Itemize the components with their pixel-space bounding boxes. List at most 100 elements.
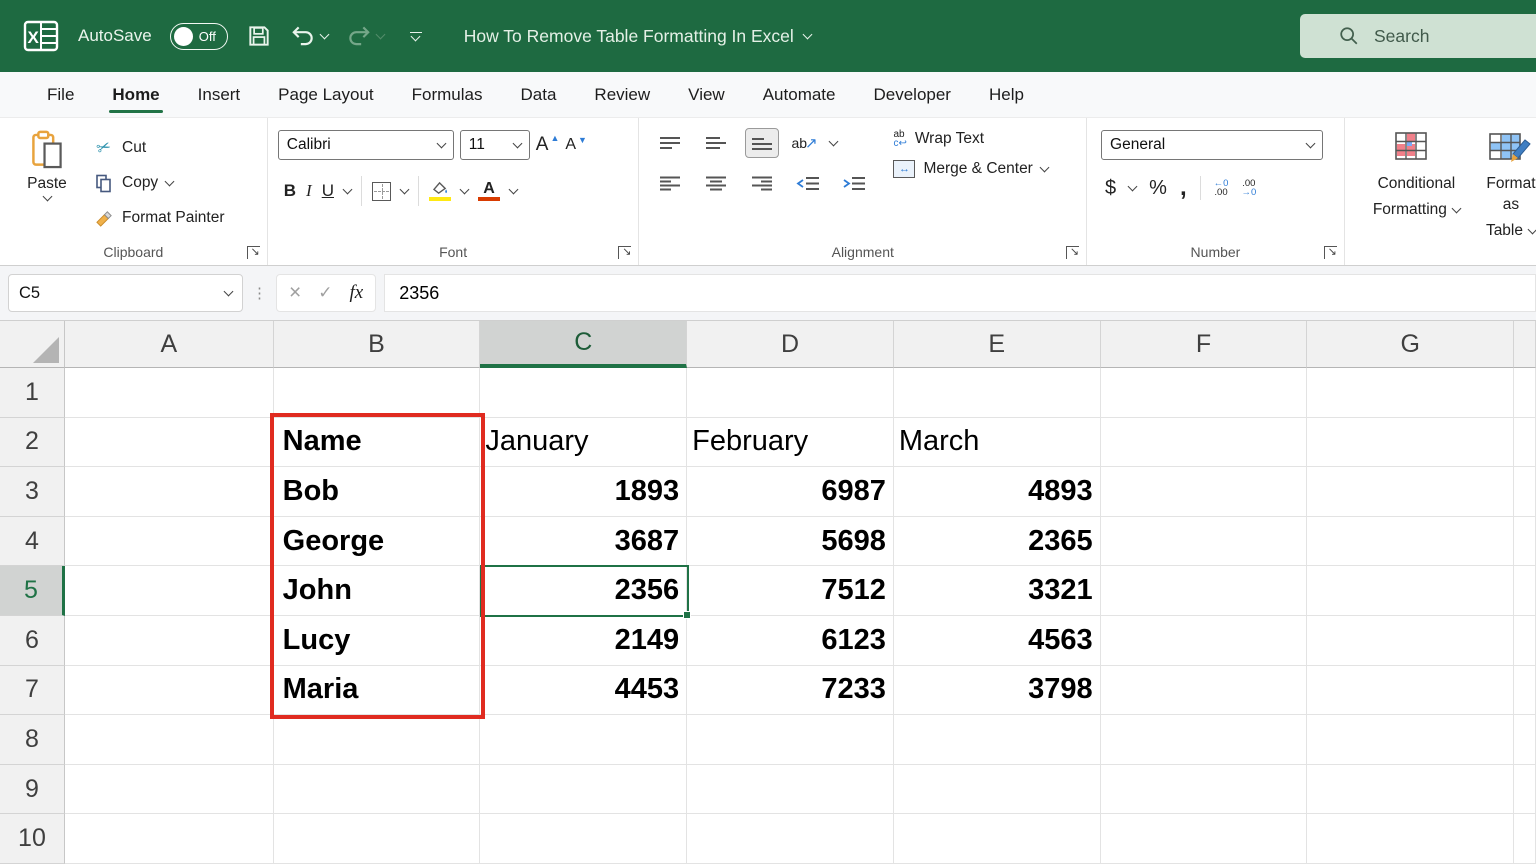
cell-D8[interactable] bbox=[687, 715, 894, 765]
row-header-2[interactable]: 2 bbox=[0, 417, 65, 468]
tab-help[interactable]: Help bbox=[970, 72, 1043, 117]
format-painter-button[interactable]: Format Painter bbox=[94, 204, 225, 232]
format-as-table-button[interactable]: Format as Table bbox=[1486, 132, 1536, 265]
paste-chevron-icon[interactable] bbox=[42, 191, 52, 202]
cell-B6[interactable]: Lucy bbox=[273, 615, 481, 666]
redo-button[interactable] bbox=[346, 23, 386, 49]
cell-G3[interactable] bbox=[1307, 467, 1515, 517]
italic-button[interactable]: I bbox=[306, 181, 312, 201]
undo-button[interactable] bbox=[290, 23, 330, 49]
cut-button[interactable]: ✂ Cut bbox=[94, 134, 225, 162]
font-size-select[interactable]: 11 bbox=[459, 130, 530, 160]
cell-B10[interactable] bbox=[273, 814, 481, 864]
search-box[interactable]: Search bbox=[1300, 14, 1536, 58]
document-title[interactable]: How To Remove Table Formatting In Excel bbox=[464, 26, 813, 47]
cell-G8[interactable] bbox=[1307, 715, 1515, 765]
column-header-F[interactable]: F bbox=[1100, 321, 1308, 368]
cell-E3[interactable]: 4893 bbox=[893, 467, 1101, 517]
row-header-10[interactable]: 10 bbox=[0, 814, 65, 864]
cell-C5[interactable]: 2356 bbox=[480, 566, 688, 616]
cell-C8[interactable] bbox=[480, 715, 688, 765]
cell-D5[interactable]: 7512 bbox=[687, 566, 894, 616]
cell-H7[interactable] bbox=[1514, 665, 1536, 716]
tab-formulas[interactable]: Formulas bbox=[393, 72, 502, 117]
cell-B8[interactable] bbox=[273, 715, 481, 765]
cell-G9[interactable] bbox=[1307, 764, 1515, 815]
borders-chevron-icon[interactable] bbox=[399, 184, 410, 195]
row-header-5[interactable]: 5 bbox=[0, 566, 65, 616]
align-center-button[interactable] bbox=[699, 168, 733, 198]
cell-D7[interactable]: 7233 bbox=[687, 665, 894, 716]
customize-quick-access-icon[interactable] bbox=[409, 31, 422, 42]
merge-center-chevron-icon[interactable] bbox=[1039, 162, 1050, 173]
tab-page-layout[interactable]: Page Layout bbox=[259, 72, 392, 117]
formula-bar-dots-icon[interactable]: ⋮ bbox=[252, 284, 267, 302]
cell-A4[interactable] bbox=[64, 516, 274, 567]
excel-logo-icon[interactable]: X bbox=[22, 17, 60, 55]
cell-C7[interactable]: 4453 bbox=[480, 665, 688, 716]
align-right-button[interactable] bbox=[745, 168, 779, 198]
cell-F7[interactable] bbox=[1100, 665, 1308, 716]
cell-A1[interactable] bbox=[64, 368, 274, 418]
column-header-E[interactable]: E bbox=[893, 321, 1101, 368]
cell-B1[interactable] bbox=[273, 368, 481, 418]
cell-A3[interactable] bbox=[64, 467, 274, 517]
cell-G2[interactable] bbox=[1307, 417, 1515, 468]
cell-F6[interactable] bbox=[1100, 615, 1308, 666]
cell-A9[interactable] bbox=[64, 764, 274, 815]
cell-H9[interactable] bbox=[1514, 764, 1536, 815]
cell-D1[interactable] bbox=[687, 368, 894, 418]
cell-H8[interactable] bbox=[1514, 715, 1536, 765]
cell-H5[interactable] bbox=[1514, 566, 1536, 616]
tab-home[interactable]: Home bbox=[93, 72, 178, 117]
cell-B2[interactable]: Name bbox=[273, 417, 481, 468]
copy-chevron-icon[interactable] bbox=[164, 176, 175, 187]
cell-C1[interactable] bbox=[480, 368, 688, 418]
cell-D6[interactable]: 6123 bbox=[687, 615, 894, 666]
cell-H1[interactable] bbox=[1514, 368, 1536, 418]
fill-color-button[interactable] bbox=[429, 181, 451, 202]
conditional-formatting-button[interactable]: Conditional Formatting bbox=[1373, 132, 1462, 265]
cell-F10[interactable] bbox=[1100, 814, 1308, 864]
align-bottom-button[interactable] bbox=[745, 128, 780, 158]
decrease-decimal-button[interactable]: .00 →0 bbox=[1241, 179, 1256, 198]
cell-D4[interactable]: 5698 bbox=[687, 516, 894, 567]
decrease-indent-button[interactable] bbox=[791, 168, 825, 198]
autosave-toggle[interactable]: Off bbox=[169, 22, 228, 50]
tab-developer[interactable]: Developer bbox=[854, 72, 970, 117]
bold-button[interactable]: B bbox=[284, 181, 296, 201]
cell-C3[interactable]: 1893 bbox=[480, 467, 688, 517]
row-header-4[interactable]: 4 bbox=[0, 516, 65, 567]
font-color-button[interactable]: A bbox=[478, 180, 500, 202]
column-header-C[interactable]: C bbox=[480, 321, 688, 368]
cell-B7[interactable]: Maria bbox=[273, 665, 481, 716]
save-button[interactable] bbox=[246, 23, 272, 49]
borders-button[interactable] bbox=[372, 181, 391, 201]
cell-F5[interactable] bbox=[1100, 566, 1308, 616]
cell-F3[interactable] bbox=[1100, 467, 1308, 517]
orientation-chevron-icon[interactable] bbox=[828, 136, 839, 147]
undo-chevron-icon[interactable] bbox=[319, 29, 330, 40]
formula-input[interactable]: 2356 bbox=[384, 274, 1536, 312]
cell-A2[interactable] bbox=[64, 417, 274, 468]
cell-H10[interactable] bbox=[1514, 814, 1536, 864]
increase-font-button[interactable]: A ▲ bbox=[536, 134, 560, 156]
font-name-select[interactable]: Calibri bbox=[277, 130, 454, 160]
enter-button[interactable]: ✓ bbox=[318, 283, 332, 303]
cell-E2[interactable]: March bbox=[893, 417, 1101, 468]
increase-indent-button[interactable] bbox=[837, 168, 871, 198]
cell-F8[interactable] bbox=[1100, 715, 1308, 765]
cell-E10[interactable] bbox=[893, 814, 1101, 864]
row-header-8[interactable]: 8 bbox=[0, 715, 65, 765]
font-dialog-launcher[interactable]: ↘ bbox=[618, 246, 632, 259]
cell-B3[interactable]: Bob bbox=[273, 467, 481, 517]
cell-D9[interactable] bbox=[687, 764, 894, 815]
column-header-A[interactable]: A bbox=[64, 321, 274, 368]
cell-G5[interactable] bbox=[1307, 566, 1515, 616]
column-header-D[interactable]: D bbox=[687, 321, 894, 368]
column-header-G[interactable]: G bbox=[1307, 321, 1515, 368]
decrease-font-button[interactable]: A ▼ bbox=[565, 136, 587, 154]
cell-A7[interactable] bbox=[64, 665, 274, 716]
percent-button[interactable]: % bbox=[1149, 177, 1167, 200]
insert-function-button[interactable]: fx bbox=[350, 282, 364, 304]
